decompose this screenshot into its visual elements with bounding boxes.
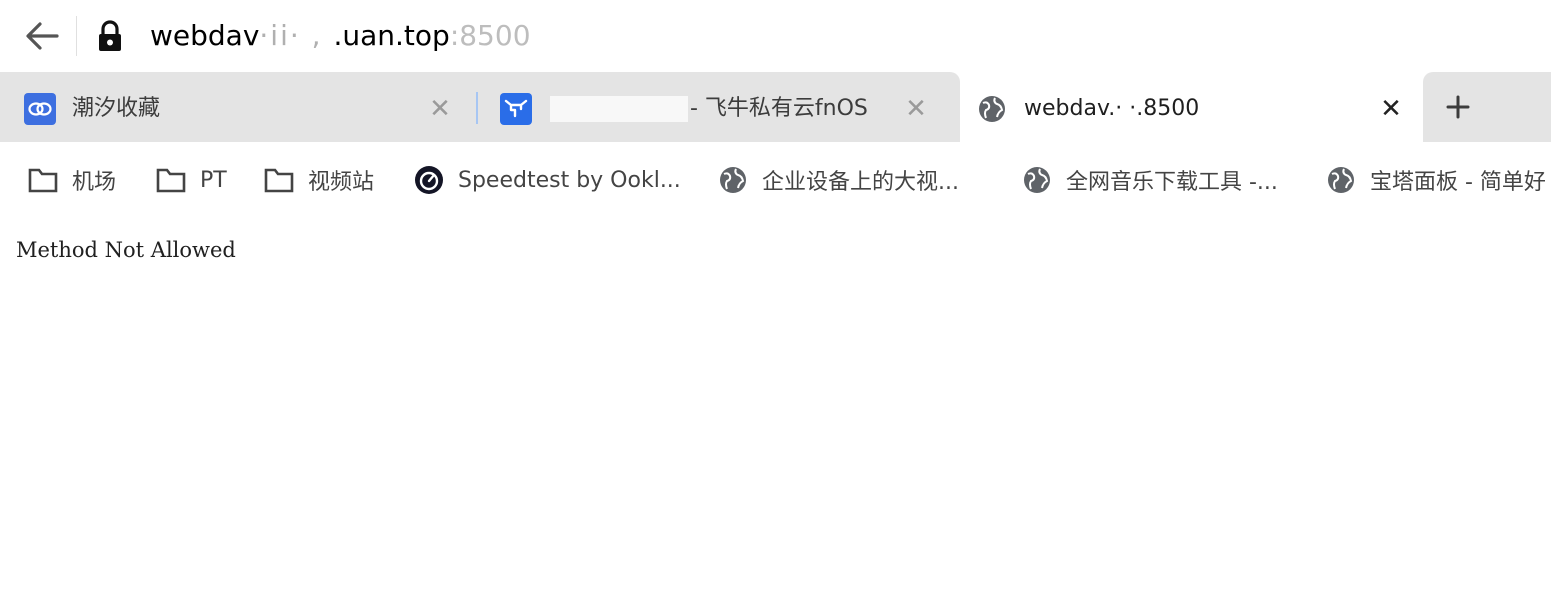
redacted-block	[550, 96, 688, 122]
bookmark-label: 视频站	[308, 170, 375, 195]
plus-icon	[1446, 95, 1470, 119]
bookmark-baota[interactable]: 宝塔面板 - 简单好	[1326, 164, 1546, 196]
arrow-left-icon	[26, 22, 59, 50]
bookmark-label: Speedtest by Ookl...	[458, 167, 681, 193]
folder-icon	[264, 165, 294, 195]
globe-icon	[1326, 165, 1356, 195]
bookmark-label: PT	[200, 167, 227, 193]
tab-webdav[interactable]: webdav.· ·.8500 ✕	[960, 72, 1423, 142]
bookmarks-bar: 机场 PT 视频站 Speedtest by Ookl... 企业设备上的大视.…	[0, 144, 1551, 200]
page-message: Method Not Allowed	[16, 238, 236, 262]
bookmark-label: 全网音乐下载工具 -...	[1066, 170, 1278, 195]
folder-icon	[28, 165, 58, 195]
bookmark-speedtest[interactable]: Speedtest by Ookl...	[414, 164, 681, 196]
cloud-rings-icon	[24, 93, 56, 125]
tab-strip: 潮汐收藏 ✕ - 飞牛私有云fnOS ✕ webdav.· ·.8500 ✕	[0, 72, 1551, 144]
url-port: :8500	[449, 19, 531, 52]
address-divider	[76, 16, 77, 56]
url-host: webdav	[150, 19, 260, 52]
fnos-bull-icon	[500, 93, 532, 125]
globe-icon	[976, 93, 1008, 125]
globe-icon	[1022, 165, 1052, 195]
url-obscured: ·ii· ,	[259, 19, 334, 52]
back-button[interactable]	[22, 18, 62, 54]
tab-title: webdav.· ·.8500	[1024, 96, 1200, 121]
tab-title: - 飞牛私有云fnOS	[690, 96, 868, 121]
close-icon[interactable]: ✕	[1376, 94, 1406, 124]
lock-icon[interactable]	[96, 20, 124, 52]
new-tab-area	[1423, 72, 1551, 142]
tab-title: 潮汐收藏	[72, 96, 161, 121]
tab-fnos[interactable]: - 飞牛私有云fnOS ✕	[478, 72, 960, 142]
bookmark-label: 企业设备上的大视...	[762, 170, 959, 195]
bookmark-label: 宝塔面板 - 简单好	[1370, 170, 1546, 195]
new-tab-button[interactable]	[1441, 90, 1475, 124]
bookmark-airport[interactable]: 机场	[28, 164, 116, 196]
bookmark-music-downloader[interactable]: 全网音乐下载工具 -...	[1022, 164, 1278, 196]
url-input[interactable]: webdav·ii· , .uan.top:8500	[150, 16, 531, 56]
tab-chaoxi[interactable]: 潮汐收藏 ✕	[0, 72, 478, 142]
bookmark-enterprise[interactable]: 企业设备上的大视...	[718, 164, 959, 196]
globe-icon	[718, 165, 748, 195]
close-icon[interactable]: ✕	[425, 94, 455, 124]
url-tld: .uan.top	[333, 19, 450, 52]
close-icon[interactable]: ✕	[901, 94, 931, 124]
speedtest-icon	[414, 165, 444, 195]
bookmark-label: 机场	[72, 170, 117, 195]
folder-icon	[156, 165, 186, 195]
bookmark-video-sites[interactable]: 视频站	[264, 164, 374, 196]
bookmark-pt[interactable]: PT	[156, 164, 227, 196]
address-bar: webdav·ii· , .uan.top:8500	[0, 0, 1551, 72]
